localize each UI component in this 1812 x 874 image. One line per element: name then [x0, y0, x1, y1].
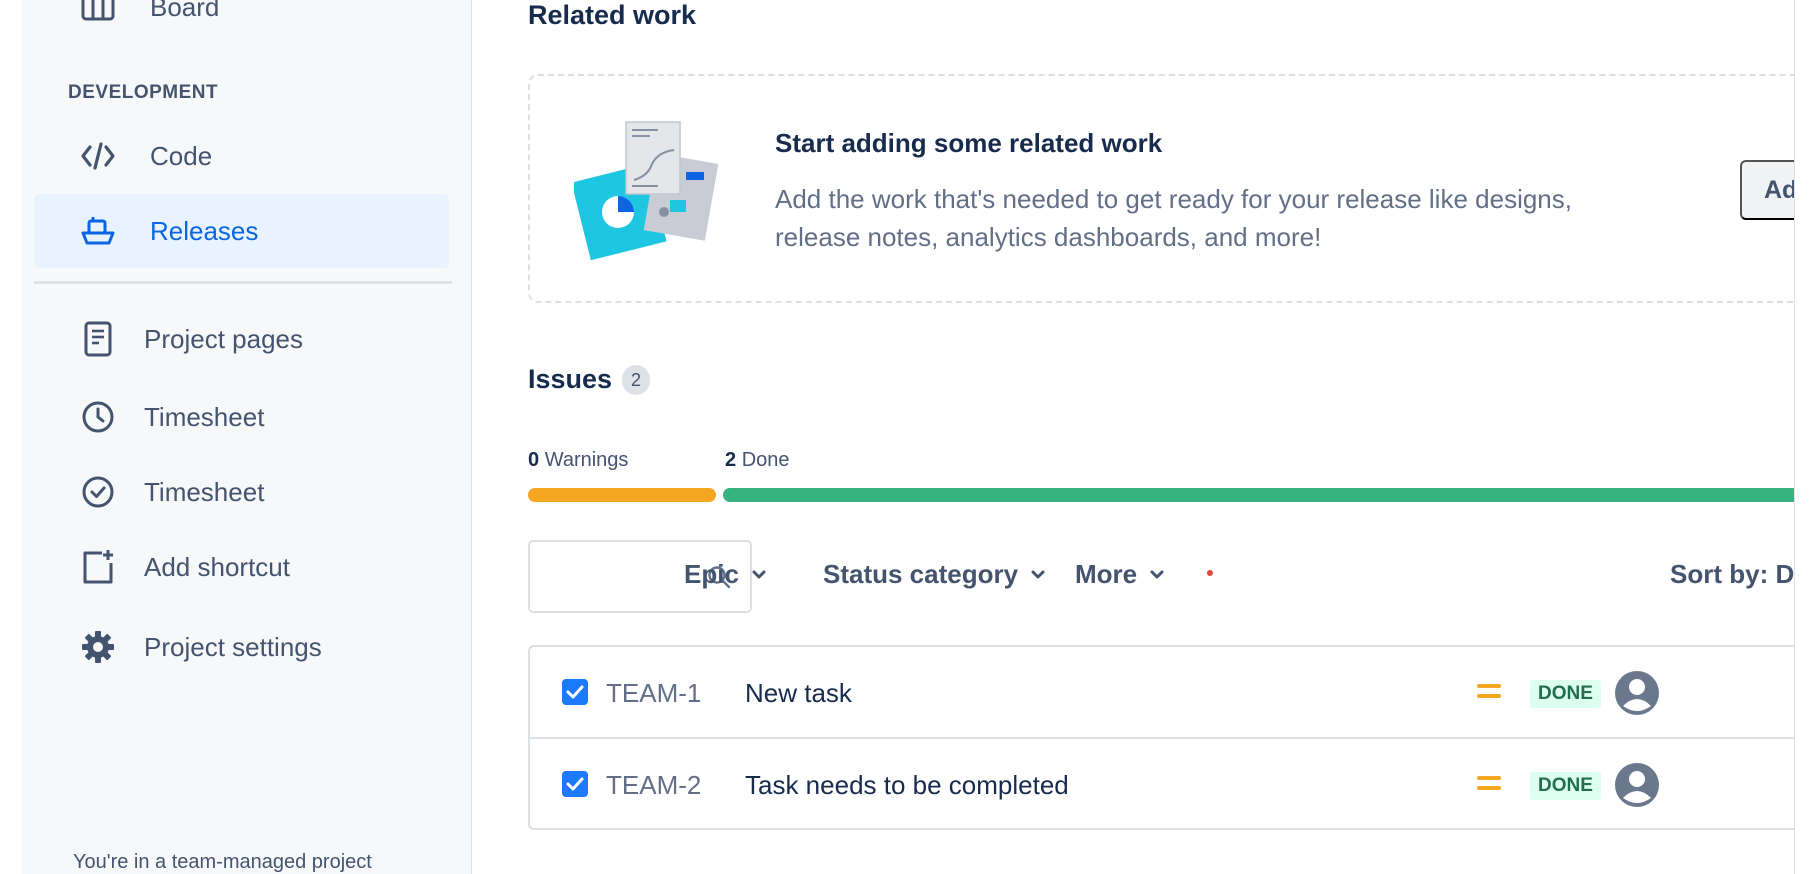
more-filter[interactable]: More — [1075, 559, 1165, 590]
add-related-work-button[interactable]: Add related work — [1740, 160, 1794, 220]
gear-icon — [78, 627, 118, 667]
left-edge — [0, 0, 22, 874]
sidebar-item-add-shortcut[interactable]: Add shortcut — [34, 530, 449, 604]
section-heading-development: DEVELOPMENT — [68, 82, 219, 103]
related-work-illustration — [574, 121, 719, 260]
issue-summary[interactable]: Task needs to be completed — [745, 770, 1069, 801]
status-lozenge: DONE — [1530, 772, 1601, 800]
issue-row[interactable]: TEAM-1 New task DONE — [530, 647, 1794, 737]
sidebar-item-releases[interactable]: Releases — [34, 194, 449, 268]
ship-icon — [78, 211, 118, 251]
sidebar-item-label: Project pages — [144, 323, 303, 354]
right-edge — [1794, 0, 1812, 874]
board-icon — [78, 0, 118, 27]
status-category-filter[interactable]: Status category — [823, 559, 1046, 590]
sidebar-item-code[interactable]: Code — [34, 119, 449, 193]
sidebar-item-label: Project settings — [144, 631, 322, 662]
issues-count-badge: 2 — [622, 365, 650, 395]
more-filter-label: More — [1075, 559, 1138, 589]
warnings-stat[interactable]: 0 Warnings — [528, 449, 628, 472]
priority-medium-icon — [1477, 684, 1501, 698]
sidebar-item-label: Board — [150, 0, 220, 22]
page-icon — [78, 319, 118, 359]
done-stat[interactable]: 2 Done — [725, 449, 790, 472]
chevron-down-icon — [752, 570, 766, 578]
epic-filter[interactable]: Epic — [684, 559, 767, 590]
cursor-dot — [1207, 570, 1213, 576]
sidebar-item-board[interactable]: Board — [34, 0, 449, 44]
page: Board DEVELOPMENT Code Releases Project … — [0, 0, 1812, 874]
issues-heading: Issues — [528, 364, 613, 394]
chevron-down-icon — [1031, 570, 1045, 578]
sort-by-dropdown[interactable]: Sort by: Date — [1670, 559, 1794, 590]
check-circle-icon — [78, 472, 118, 512]
warnings-label: Warnings — [544, 449, 629, 471]
issue-key[interactable]: TEAM-1 — [606, 678, 701, 709]
assignee-avatar-icon[interactable] — [1614, 670, 1660, 716]
chevron-down-icon — [1150, 570, 1164, 578]
task-type-icon — [562, 679, 588, 705]
related-work-empty-state: Start adding some related work Add the w… — [528, 74, 1794, 303]
related-work-title: Start adding some related work — [775, 128, 1163, 158]
issue-key[interactable]: TEAM-2 — [606, 770, 701, 801]
code-icon — [78, 136, 118, 176]
priority-medium-icon — [1477, 776, 1501, 790]
sidebar-item-label: Releases — [150, 215, 259, 246]
clock-icon — [78, 397, 118, 437]
warnings-progress-bar[interactable] — [528, 488, 716, 502]
main-content: Related work Start adding some related w… — [472, 0, 1794, 874]
sidebar-item-label: Add shortcut — [144, 551, 290, 582]
warnings-count: 0 — [528, 449, 540, 471]
sidebar: Board DEVELOPMENT Code Releases Project … — [22, 0, 472, 874]
assignee-avatar-icon[interactable] — [1614, 762, 1660, 808]
status-category-filter-label: Status category — [823, 559, 1019, 589]
done-count: 2 — [725, 449, 737, 471]
done-progress-bar[interactable] — [723, 488, 1794, 502]
project-type-note: You're in a team-managed project — [73, 851, 372, 873]
sidebar-item-label: Code — [150, 140, 213, 171]
issue-summary[interactable]: New task — [745, 678, 852, 709]
issue-row[interactable]: TEAM-2 Task needs to be completed DONE — [530, 737, 1794, 827]
sidebar-divider — [34, 281, 452, 284]
issues-list: TEAM-1 New task DONE TEAM-2 Task needs t… — [528, 645, 1794, 830]
sidebar-item-label: Timesheet — [144, 476, 265, 507]
add-shortcut-icon — [78, 547, 118, 587]
related-work-heading: Related work — [528, 0, 697, 30]
done-label: Done — [741, 449, 790, 471]
sidebar-item-project-settings[interactable]: Project settings — [34, 610, 449, 684]
status-lozenge: DONE — [1530, 680, 1601, 708]
epic-filter-label: Epic — [684, 559, 739, 589]
task-type-icon — [562, 771, 588, 797]
sidebar-item-timesheet-2[interactable]: Timesheet — [34, 455, 449, 529]
sidebar-item-timesheet[interactable]: Timesheet — [34, 380, 449, 454]
sidebar-item-label: Timesheet — [144, 401, 265, 432]
sidebar-item-project-pages[interactable]: Project pages — [34, 302, 449, 376]
related-work-description: Add the work that's needed to get ready … — [775, 184, 1572, 252]
